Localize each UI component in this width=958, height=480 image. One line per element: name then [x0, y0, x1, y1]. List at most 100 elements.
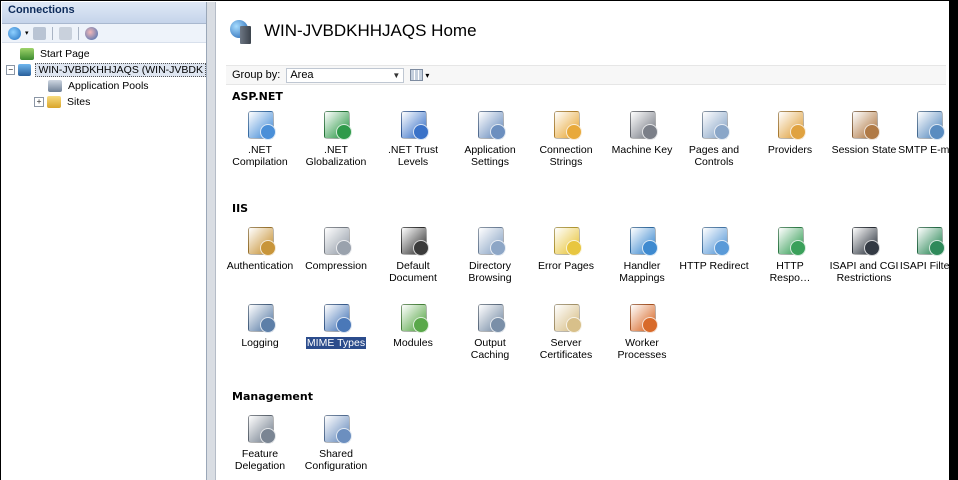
- feature-label-line2: Delegation: [234, 460, 286, 472]
- section-aspnet: ASP.NET: [232, 90, 283, 103]
- connect-dropdown-icon[interactable]: ▾: [25, 29, 29, 37]
- feature-label: HTTP Redirect: [679, 260, 749, 272]
- connect-icon[interactable]: [8, 26, 21, 40]
- authentication-icon: [244, 224, 276, 256]
- feature-label: Logging: [241, 337, 279, 349]
- feature-label-line2: Respo…: [769, 272, 811, 284]
- chevron-down-icon: ▼: [392, 70, 401, 80]
- machine-key-icon: [626, 108, 658, 140]
- tree-item-start-page[interactable]: Start Page: [6, 46, 206, 62]
- up-icon[interactable]: [58, 26, 72, 40]
- smtp-email-icon: [913, 108, 945, 140]
- feature-smtp-email[interactable]: SMTP E-mail: [893, 108, 949, 156]
- feature-worker-processes[interactable]: Worker Processes: [606, 301, 678, 361]
- page-title: WIN-JVBDKHHJAQS Home: [264, 21, 477, 40]
- feature-modules[interactable]: Modules: [377, 301, 449, 349]
- feature-mime-types[interactable]: MIME Types: [300, 301, 372, 349]
- feature-label: Connection: [539, 144, 593, 156]
- isapi-cgi-icon: [848, 224, 880, 256]
- feature-label: Authentication: [226, 260, 294, 272]
- feature-pages-controls[interactable]: Pages and Controls: [678, 108, 750, 168]
- feature-default-document[interactable]: Default Document: [377, 224, 449, 284]
- group-by-select[interactable]: Area ▼: [286, 67, 405, 83]
- feature-machine-key[interactable]: Machine Key: [606, 108, 678, 156]
- output-caching-icon: [474, 301, 506, 333]
- feature-label: Directory: [468, 260, 511, 272]
- feature-label-line2: Browsing: [468, 272, 512, 284]
- toolbar-separator: [77, 26, 79, 40]
- save-icon[interactable]: [32, 26, 46, 40]
- home-header: WIN-JVBDKHHJAQS Home: [230, 18, 477, 44]
- directory-browsing-icon: [474, 224, 506, 256]
- feature-label: Server: [550, 337, 582, 349]
- feature-authentication[interactable]: Authentication: [224, 224, 296, 272]
- shared-configuration-icon: [320, 412, 352, 444]
- feature-http-response[interactable]: HTTP Respo…: [754, 224, 826, 284]
- group-by-value: Area: [290, 69, 314, 81]
- default-document-icon: [397, 224, 429, 256]
- pane-splitter[interactable]: [207, 2, 216, 480]
- feature-connection-strings[interactable]: Connection Strings: [530, 108, 602, 168]
- server-certificates-icon: [550, 301, 582, 333]
- connection-strings-icon: [550, 108, 582, 140]
- view-grid-icon: [410, 69, 424, 81]
- disconnect-icon[interactable]: [84, 26, 98, 40]
- feature-label: ISAPI and CGI: [829, 260, 899, 272]
- feature-label-line2: Controls: [694, 156, 734, 168]
- feature-compression[interactable]: Compression: [300, 224, 372, 272]
- handler-mappings-icon: [626, 224, 658, 256]
- view-mode-button[interactable]: ▾: [410, 69, 429, 81]
- feature-handler-mappings[interactable]: Handler Mappings: [606, 224, 678, 284]
- feature-server-certificates[interactable]: Server Certificates: [530, 301, 602, 361]
- feature-label-line2: Strings: [549, 156, 583, 168]
- feature-app-settings[interactable]: Application Settings: [454, 108, 526, 168]
- expand-toggle[interactable]: +: [34, 97, 44, 107]
- feature-label: Machine Key: [611, 144, 673, 156]
- collapse-toggle[interactable]: −: [6, 65, 16, 75]
- feature-net-compilation[interactable]: .NET Compilation: [224, 108, 296, 168]
- feature-label: Default: [396, 260, 430, 272]
- feature-label-line2: Restrictions: [836, 272, 892, 284]
- session-state-icon: [848, 108, 880, 140]
- feature-directory-browsing[interactable]: Directory Browsing: [454, 224, 526, 284]
- tree-item-label: Sites: [67, 96, 91, 108]
- feature-label: .NET: [324, 144, 348, 156]
- feature-label-line2: Certificates: [539, 349, 593, 361]
- feature-logging[interactable]: Logging: [224, 301, 296, 349]
- feature-globe[interactable]: .NET Globalization: [300, 108, 372, 168]
- tree-item-sites[interactable]: + Sites: [6, 94, 206, 110]
- worker-processes-icon: [626, 301, 658, 333]
- feature-label: Modules: [393, 337, 433, 349]
- feature-isapi-cgi[interactable]: ISAPI and CGI Restrictions: [828, 224, 900, 284]
- feature-label: Session State: [831, 144, 897, 156]
- feature-label-line2: Settings: [471, 156, 509, 168]
- net-compilation-icon: [244, 108, 276, 140]
- server-home-icon: [230, 18, 252, 44]
- tree-item-application-pools[interactable]: Application Pools: [6, 78, 206, 94]
- pages-controls-icon: [698, 108, 730, 140]
- feature-label-line2: Compilation: [232, 156, 288, 168]
- sites-folder-icon: [47, 96, 61, 108]
- group-by-label: Group by:: [232, 69, 281, 81]
- feature-trust-levels[interactable]: .NET Trust Levels: [377, 108, 449, 168]
- feature-label: Output: [474, 337, 506, 349]
- globe-icon: [320, 108, 352, 140]
- feature-session-state[interactable]: Session State: [828, 108, 900, 156]
- feature-isapi-filters[interactable]: ISAPI Filters: [893, 224, 949, 272]
- providers-icon: [774, 108, 806, 140]
- feature-feature-delegation[interactable]: Feature Delegation: [224, 412, 296, 472]
- tree-item-server[interactable]: − WIN-JVBDKHHJAQS (WIN-JVBDK: [6, 62, 206, 78]
- feature-label: Compression: [305, 260, 367, 272]
- connections-tree: Start Page − WIN-JVBDKHHJAQS (WIN-JVBDK …: [2, 43, 206, 110]
- feature-http-redirect[interactable]: HTTP Redirect: [678, 224, 750, 272]
- feature-label: Pages and: [688, 144, 740, 156]
- feature-label-line2: Document: [389, 272, 437, 284]
- feature-error-pages[interactable]: Error Pages: [530, 224, 602, 272]
- feature-delegation-icon: [244, 412, 276, 444]
- feature-providers[interactable]: Providers: [754, 108, 826, 156]
- feature-label: .NET Trust: [388, 144, 438, 156]
- modules-icon: [397, 301, 429, 333]
- feature-shared-configuration[interactable]: Shared Configuration: [300, 412, 372, 472]
- iis-manager-window: Connections ▾ Start Page − WIN-JVBDKHHJA…: [0, 0, 952, 480]
- feature-output-caching[interactable]: Output Caching: [454, 301, 526, 361]
